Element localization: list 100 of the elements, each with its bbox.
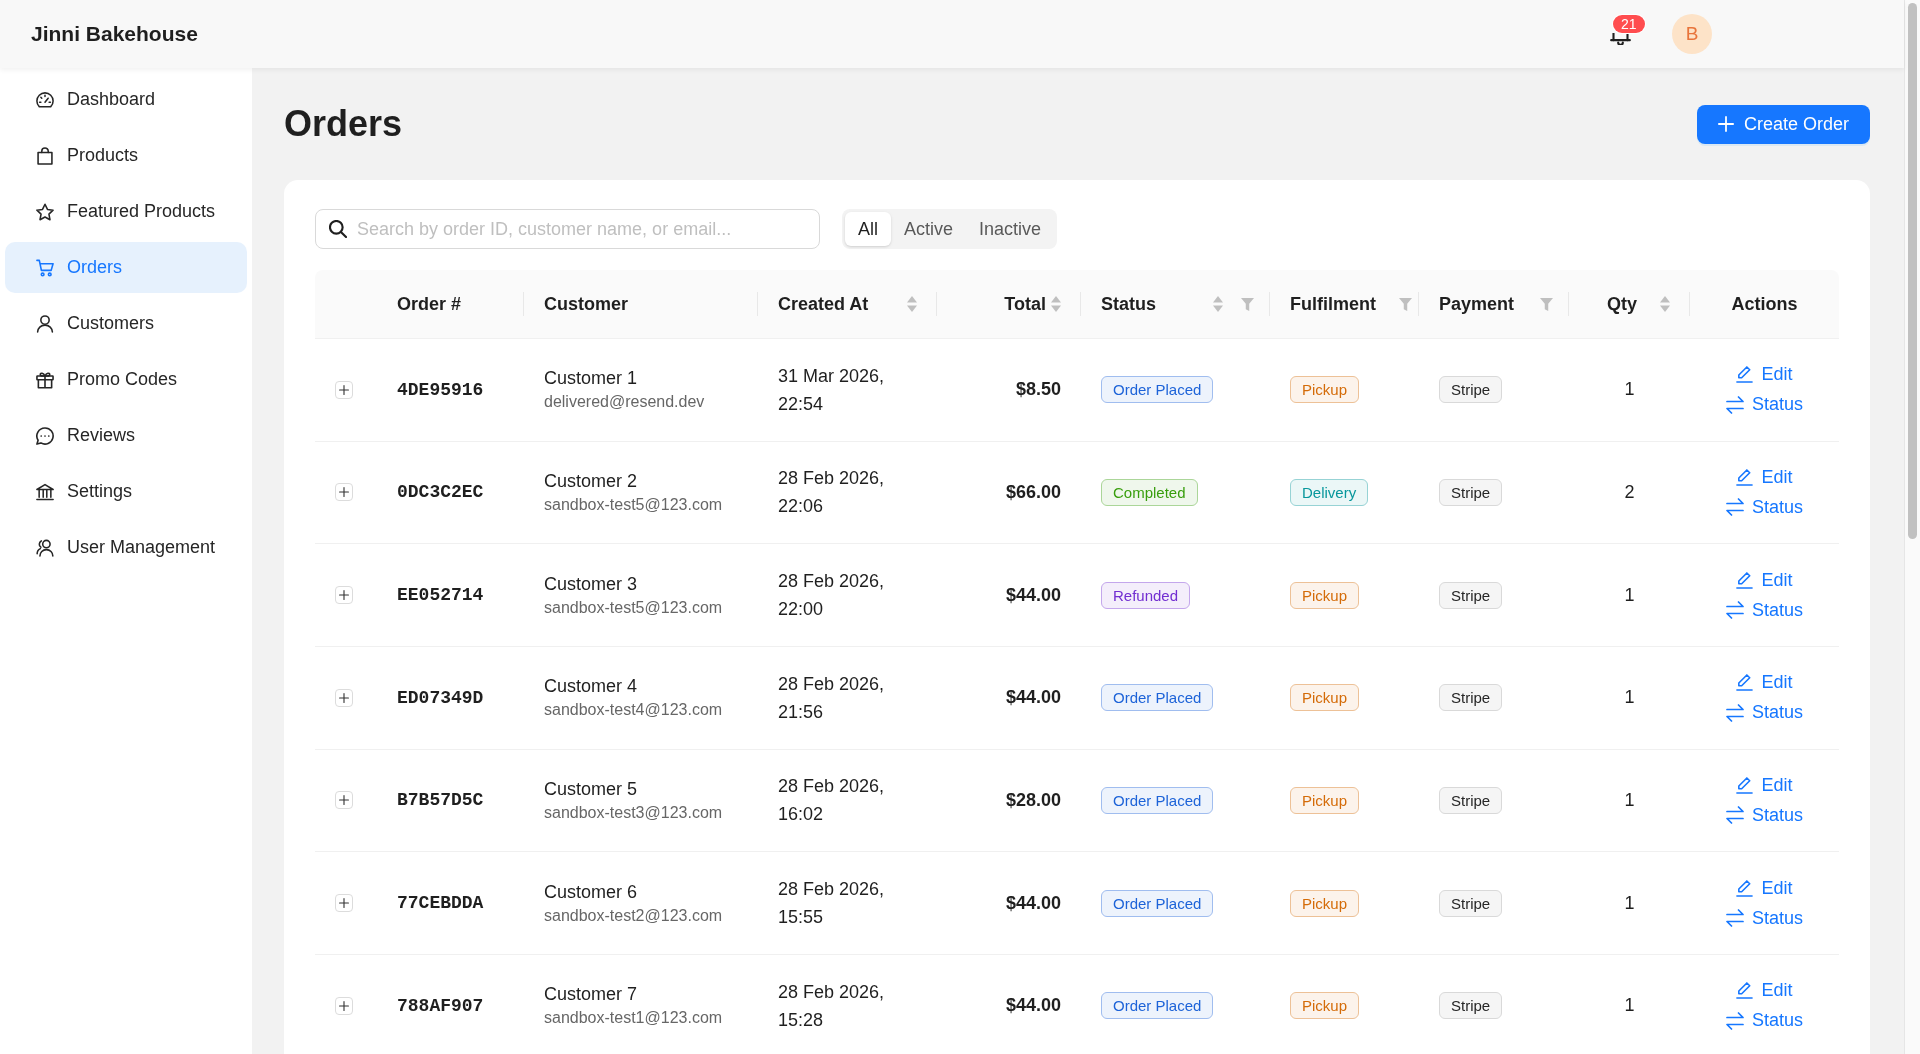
status-link[interactable]: Status: [1726, 595, 1803, 626]
edit-link[interactable]: Edit: [1736, 975, 1793, 1006]
status-link[interactable]: Status: [1726, 389, 1803, 420]
order-total: $28.00: [1005, 789, 1061, 811]
order-id: 788AF907: [397, 995, 484, 1016]
status-link[interactable]: Status: [1726, 1005, 1803, 1036]
column-header: Created At: [778, 293, 869, 315]
order-total: $44.00: [1005, 687, 1061, 709]
pencil-icon: [1736, 571, 1754, 589]
column-header: Payment: [1439, 293, 1515, 315]
order-total: $44.00: [1005, 892, 1061, 914]
order-total: $44.00: [1005, 584, 1061, 606]
customer-email: sandbox-test5@123.com: [544, 494, 723, 515]
expand-row-button[interactable]: [335, 791, 353, 810]
avatar[interactable]: B: [1672, 14, 1712, 54]
edit-link[interactable]: Edit: [1736, 667, 1793, 698]
search-icon: [329, 220, 347, 238]
edit-link[interactable]: Edit: [1736, 359, 1793, 390]
edit-link[interactable]: Edit: [1736, 770, 1793, 801]
sort-icon[interactable]: [1213, 296, 1223, 312]
fulfilment-tag: Pickup: [1290, 992, 1360, 1020]
star-icon: [36, 202, 54, 221]
column-header: Order #: [397, 293, 462, 315]
customer-name: Customer 6: [544, 880, 638, 904]
sidebar-item[interactable]: Customers: [5, 298, 247, 349]
customer-name: Customer 4: [544, 675, 638, 699]
chat-bubble-icon: [36, 426, 54, 445]
filter-tab[interactable]: Inactive: [966, 212, 1055, 246]
created-at: 31 Mar 2026, 22:54: [778, 364, 886, 416]
create-order-button[interactable]: Create Order: [1696, 104, 1870, 144]
expand-row-button[interactable]: [335, 688, 353, 707]
bell-icon[interactable]: [1610, 33, 1631, 45]
created-at: 28 Feb 2026, 15:55: [778, 878, 886, 929]
created-at: 28 Feb 2026, 15:28: [778, 980, 886, 1032]
expand-row-button[interactable]: [335, 996, 353, 1015]
payment-tag: Stripe: [1439, 581, 1503, 609]
payment-tag: Stripe: [1439, 786, 1503, 814]
filter-icon[interactable]: [1540, 297, 1553, 311]
customer-email: sandbox-test5@123.com: [544, 597, 723, 618]
user-icon: [36, 314, 54, 333]
page-title: Orders: [284, 104, 403, 144]
plus-icon: [339, 487, 349, 498]
edit-link[interactable]: Edit: [1736, 462, 1793, 493]
brand-name: Jinni Bakehouse: [31, 22, 198, 46]
pencil-icon: [1736, 982, 1754, 1000]
plus-icon: [339, 1000, 349, 1011]
sidebar-item[interactable]: User Management: [5, 522, 247, 573]
customer-name: Customer 3: [544, 572, 638, 596]
sort-icon[interactable]: [1051, 296, 1061, 312]
sidebar-item[interactable]: Dashboard: [5, 74, 247, 125]
filter-tab[interactable]: Active: [891, 212, 967, 246]
payment-tag: Stripe: [1439, 992, 1503, 1020]
plus-icon: [339, 898, 349, 908]
sidebar-item[interactable]: Featured Products: [5, 186, 247, 237]
sidebar-item[interactable]: Orders: [5, 242, 247, 293]
users-icon: [36, 538, 54, 557]
created-at: 28 Feb 2026, 16:02: [778, 775, 886, 827]
pencil-icon: [1736, 879, 1754, 897]
sort-icon[interactable]: [907, 296, 917, 312]
column-header: Customer: [544, 293, 628, 315]
status-link[interactable]: Status: [1726, 903, 1803, 933]
order-total: $66.00: [1005, 481, 1061, 503]
edit-link[interactable]: Edit: [1736, 873, 1793, 903]
status-link[interactable]: Status: [1726, 697, 1803, 728]
plus-icon: [339, 692, 349, 703]
customer-email: delivered@resend.dev: [544, 392, 705, 413]
sidebar-item[interactable]: Settings: [5, 466, 247, 517]
edit-link[interactable]: Edit: [1736, 565, 1793, 596]
created-at: 28 Feb 2026, 22:06: [778, 467, 886, 519]
payment-tag: Stripe: [1439, 376, 1503, 404]
filter-icon[interactable]: [1399, 297, 1412, 311]
status-link[interactable]: Status: [1726, 492, 1803, 523]
quantity: 1: [1624, 687, 1635, 709]
sort-icon[interactable]: [1660, 296, 1670, 312]
payment-tag: Stripe: [1439, 889, 1503, 917]
sidebar-item[interactable]: Reviews: [5, 410, 247, 461]
customer-email: sandbox-test1@123.com: [544, 1008, 723, 1029]
column-header: Actions: [1731, 293, 1798, 315]
quantity: 1: [1624, 995, 1635, 1017]
plus-icon: [339, 795, 349, 806]
fulfilment-tag: Pickup: [1290, 376, 1360, 404]
sidebar-item[interactable]: Products: [5, 130, 247, 181]
expand-row-button[interactable]: [335, 483, 353, 502]
fulfilment-tag: Pickup: [1290, 786, 1360, 814]
expand-row-button[interactable]: [335, 586, 353, 605]
status-tag: Order Placed: [1101, 786, 1214, 814]
status-tag: Order Placed: [1101, 992, 1214, 1020]
search-field[interactable]: Search by order ID, customer name, or email...: [315, 209, 820, 249]
plus-icon: [1717, 116, 1734, 132]
sidebar-item[interactable]: Promo Codes: [5, 354, 247, 405]
filter-tab[interactable]: All: [845, 212, 891, 246]
fulfilment-tag: Pickup: [1290, 889, 1360, 917]
created-at: 28 Feb 2026, 22:00: [778, 570, 886, 622]
customer-email: sandbox-test3@123.com: [544, 802, 723, 823]
expand-row-button[interactable]: [335, 380, 353, 399]
scrollbar-thumb[interactable]: [1908, 3, 1917, 539]
expand-row-button[interactable]: [335, 894, 353, 912]
status-link[interactable]: Status: [1726, 800, 1803, 831]
filter-icon[interactable]: [1241, 297, 1254, 311]
order-id: 77CEBDDA: [397, 893, 484, 913]
